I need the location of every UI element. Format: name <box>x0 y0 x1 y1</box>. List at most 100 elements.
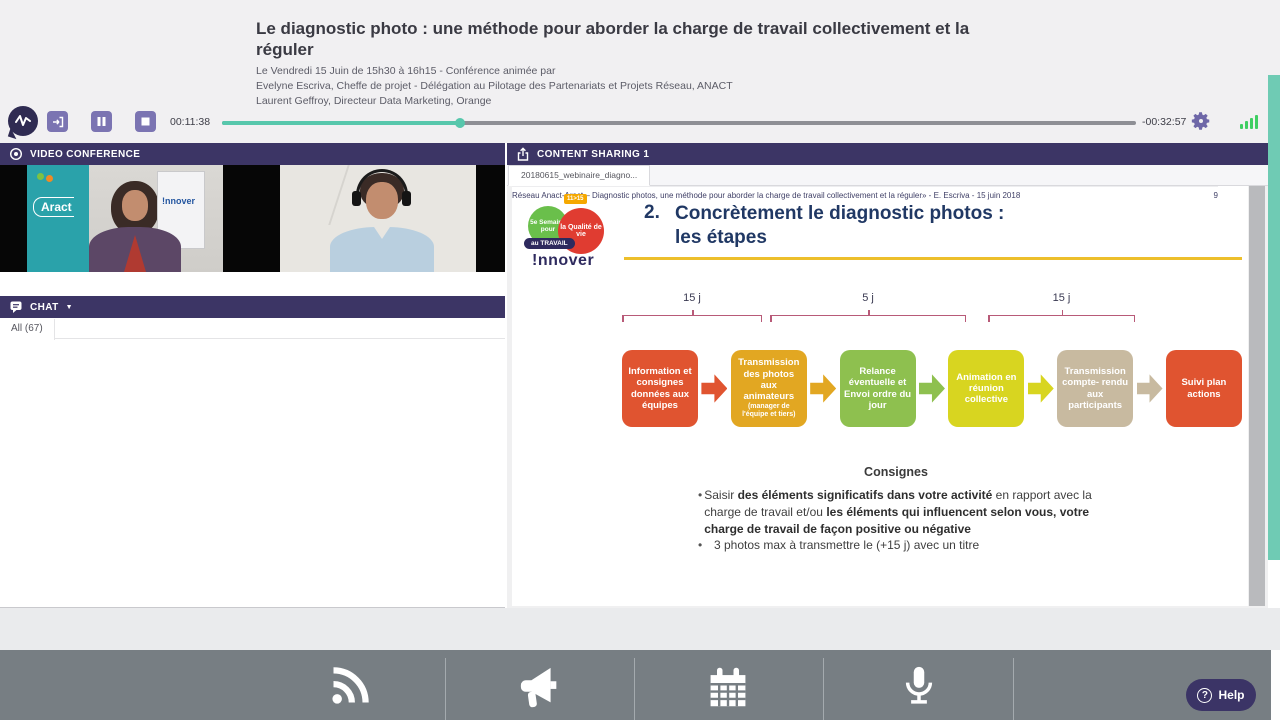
slide-title-number: 2. <box>644 202 660 223</box>
bullet-marker: • <box>698 538 703 553</box>
bottom-edge-strip <box>1271 650 1280 720</box>
exit-button[interactable] <box>47 111 68 132</box>
chat-tab-bar: All (67) <box>0 318 505 340</box>
logo-dot-orange <box>46 175 53 182</box>
toolbar-divider <box>634 658 635 720</box>
arrow-right-icon <box>701 374 728 403</box>
duration-label-1: 15 j <box>683 292 701 304</box>
slide-page: 11>15 5e Semaine pour la Qualité de vie … <box>512 186 1248 606</box>
step-label: Information et consignes données aux équ… <box>628 366 692 411</box>
content-sharing-icon <box>517 147 529 161</box>
logo-wordmark: !nnover <box>532 252 595 269</box>
content-sharing-title: CONTENT SHARING 1 <box>537 148 650 160</box>
bottom-toolbar: ? Help <box>0 650 1280 720</box>
logo-pill-navy: au TRAVAIL <box>524 238 575 249</box>
headset-earcup-left <box>352 191 361 206</box>
remaining-time: -00:32:57 <box>1142 116 1187 128</box>
slide-title-line-1: Concrètement le diagnostic photos : <box>675 203 1005 224</box>
arrow-right-icon <box>1136 374 1163 403</box>
speaker-line-1: Evelyne Escriva, Cheffe de projet - Délé… <box>256 80 733 93</box>
video-conference-icon <box>9 147 23 161</box>
headset-earcup-right <box>402 191 411 206</box>
step-suivi: Suivi plan actions <box>1165 350 1242 427</box>
lower-spacer <box>0 608 1280 650</box>
settings-button[interactable] <box>1190 110 1212 132</box>
consignes-heading: Consignes <box>864 465 928 479</box>
step-label: Transmission des photos aux animateurs <box>738 357 800 402</box>
pause-button[interactable] <box>91 111 112 132</box>
video-conference-stream: Aract !nnover <box>0 165 505 272</box>
consignes-bullets: • Saisir des éléments significatifs dans… <box>698 487 1112 554</box>
pause-icon <box>97 117 106 126</box>
stop-button[interactable] <box>135 111 156 132</box>
bullet-item: • 3 photos max à transmettre le (+15 j) … <box>698 537 1112 554</box>
help-label: Help <box>1218 688 1245 702</box>
step-label: Transmission compte- rendu aux participa… <box>1062 366 1129 411</box>
poster-text: !nnover <box>162 196 196 206</box>
arrow-right-icon <box>918 374 945 403</box>
signal-strength-icon <box>1240 113 1262 129</box>
title-underline <box>624 257 1242 260</box>
bullet-segment: Saisir <box>704 488 738 502</box>
headset-band <box>356 169 408 195</box>
schedule-button[interactable] <box>706 664 750 715</box>
bullet-item: • Saisir des éléments significatifs dans… <box>698 487 1112 537</box>
progress-bar[interactable] <box>222 118 1136 128</box>
logo-dot-green <box>37 173 44 180</box>
slide-viewport: 11>15 5e Semaine pour la Qualité de vie … <box>507 186 1268 608</box>
webcam-left: Aract !nnover <box>27 165 223 272</box>
toolbar-divider <box>1013 658 1014 720</box>
progress-knob[interactable] <box>455 118 465 128</box>
megaphone-icon <box>520 667 557 708</box>
webinar-title: Le diagnostic photo : une méthode pour a… <box>256 19 970 60</box>
slide-title: Concrètement le diagnostic photos : les … <box>675 202 1235 251</box>
bullet-text: Saisir des éléments significatifs dans v… <box>704 487 1112 537</box>
chat-tab-all[interactable]: All (67) <box>0 319 55 340</box>
aract-banner: Aract <box>27 165 89 272</box>
slide-title-line-2: les étapes <box>675 227 767 249</box>
speaker-line-2: Laurent Geffroy, Directeur Data Marketin… <box>256 95 492 108</box>
audio-button[interactable] <box>898 664 940 715</box>
toolbar-divider <box>823 658 824 720</box>
step-information: Information et consignes données aux équ… <box>622 350 698 427</box>
document-tab[interactable]: 20180615_webinaire_diagno... <box>508 165 651 186</box>
chat-icon <box>10 301 22 313</box>
chevron-down-icon: ▼ <box>65 303 73 311</box>
bullet-segment-bold: des éléments significatifs dans votre ac… <box>737 488 993 502</box>
duration-bracket-3 <box>988 310 1135 322</box>
calendar-icon <box>710 667 746 707</box>
toolbar-divider <box>445 658 446 720</box>
slide-scrollbar[interactable] <box>1249 186 1265 606</box>
webcam-right <box>280 165 476 272</box>
help-icon: ? <box>1197 687 1213 703</box>
logout-icon <box>52 116 63 127</box>
step-animation: Animation en réunion collective <box>948 350 1025 427</box>
process-flow: Information et consignes données aux équ… <box>622 350 1242 427</box>
duration-label-3: 15 j <box>1052 292 1071 304</box>
video-conference-title: VIDEO CONFERENCE <box>30 148 141 160</box>
qvt-week-logo: 11>15 5e Semaine pour la Qualité de vie … <box>524 194 624 272</box>
duration-bracket-1 <box>622 310 762 322</box>
step-label: Animation en réunion collective <box>956 371 1017 406</box>
help-button[interactable]: ? Help <box>1186 679 1256 711</box>
arrow-right-icon <box>1027 374 1054 403</box>
player-header: Le diagnostic photo : une méthode pour a… <box>0 0 1280 143</box>
rss-icon <box>332 667 369 704</box>
document-tab-bar: 20180615_webinaire_diagno... <box>507 165 1268 186</box>
video-conference-header: VIDEO CONFERENCE <box>0 143 505 165</box>
gear-icon <box>1191 112 1210 130</box>
feed-button[interactable] <box>328 664 372 713</box>
step-compte-rendu: Transmission compte- rendu aux participa… <box>1057 350 1134 427</box>
webcast-logo-icon <box>8 106 38 136</box>
edge-scrollbar[interactable] <box>1268 75 1280 560</box>
announcements-button[interactable] <box>516 664 566 715</box>
wall-line <box>280 165 350 225</box>
chat-title: CHAT <box>30 301 59 313</box>
microphone-icon <box>905 666 933 704</box>
chat-panel: All (67) <box>0 318 505 608</box>
bullet-text: 3 photos max à transmettre le (+15 j) av… <box>714 538 980 553</box>
progress-fill <box>222 121 460 125</box>
chat-header[interactable]: CHAT ▼ <box>0 296 505 318</box>
slide-page-number: 9 <box>1213 191 1218 200</box>
session-line: Le Vendredi 15 Juin de 15h30 à 16h15 - C… <box>256 65 556 77</box>
